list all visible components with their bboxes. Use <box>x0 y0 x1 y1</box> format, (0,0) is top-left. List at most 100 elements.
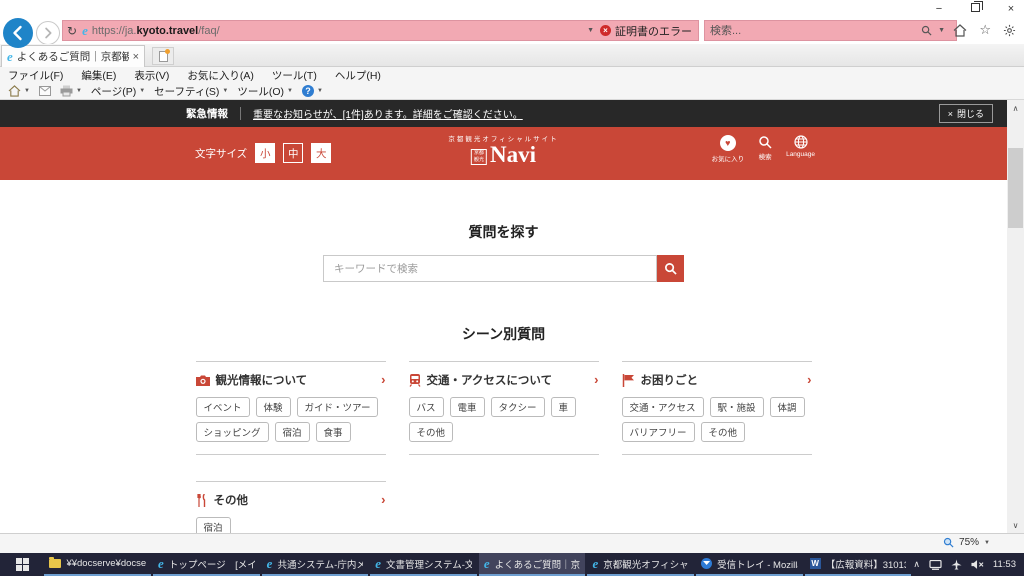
scrollbar-thumb[interactable] <box>1008 148 1023 228</box>
address-bar[interactable]: ↻ e https://ja.kyoto.travel/faq/ ▼ × 証明書… <box>62 20 699 41</box>
browser-search-box[interactable]: ▼ <box>704 20 957 41</box>
taskbar-item-ie-bunsho[interactable]: e 文書管理システム-文... <box>370 553 477 576</box>
display-icon[interactable] <box>929 560 942 570</box>
emergency-close-button[interactable]: × 閉じる <box>939 104 993 123</box>
language-button[interactable]: Language <box>786 135 815 163</box>
tab-faq[interactable]: e よくあるご質問｜京都観光オフ... × <box>1 45 145 67</box>
heart-icon: ♥ <box>720 135 736 151</box>
tag-button[interactable]: 宿泊 <box>275 422 310 442</box>
print-command-button[interactable]: ▼ <box>60 85 82 97</box>
safety-menu-button[interactable]: セーフティ(S)▼ <box>154 84 228 99</box>
tag-button[interactable]: 電車 <box>450 397 485 417</box>
category-link[interactable]: 交通・アクセスについて › <box>409 372 599 388</box>
mail-icon[interactable] <box>39 86 51 96</box>
taskbar-item-ie-kyoto[interactable]: e 京都観光オフィシャル... <box>587 553 694 576</box>
keyword-search-button[interactable] <box>657 255 684 282</box>
category-link[interactable]: お困りごと › <box>622 372 812 388</box>
site-logo[interactable]: 京都観光オフィシャルサイト 京都観光 Navi <box>448 133 558 165</box>
scroll-up-icon[interactable]: ∧ <box>1007 100 1024 116</box>
volume-muted-icon[interactable] <box>971 559 984 570</box>
category-cards: 観光情報について › イベント 体験 ガイド・ツアー ショッピング 宿泊 食事 … <box>196 361 812 533</box>
taskbar-item-word[interactable]: W 【広報資料】310130... <box>805 553 912 576</box>
tag-button[interactable]: バス <box>409 397 444 417</box>
favorites-star-icon[interactable]: ☆ <box>979 22 991 38</box>
tag-button[interactable]: 宿泊 <box>196 517 231 533</box>
ie-icon: e <box>375 558 381 569</box>
help-menu-button[interactable]: ? ▼ <box>302 85 323 97</box>
tray-expand-icon[interactable]: ∧ <box>913 559 920 570</box>
categories-section-title: シーン別質問 <box>0 324 1007 344</box>
window-minimize-button[interactable]: − <box>932 3 946 15</box>
tag-button[interactable]: その他 <box>409 422 454 442</box>
tag-button[interactable]: 食事 <box>316 422 351 442</box>
menu-help[interactable]: ヘルプ(H) <box>335 68 381 83</box>
window-titlebar: − × <box>0 0 1024 17</box>
restore-icon <box>971 3 980 12</box>
tag-button[interactable]: 交通・アクセス <box>622 397 704 417</box>
ie-icon: e <box>158 558 164 569</box>
search-dropdown-icon[interactable]: ▼ <box>938 27 945 34</box>
home-icon[interactable] <box>953 24 967 37</box>
tab-title: よくあるご質問｜京都観光オフ... <box>17 49 129 64</box>
tag-button[interactable]: バリアフリー <box>622 422 695 442</box>
browser-search-input[interactable] <box>710 25 921 37</box>
taskbar-item-ie-faq[interactable]: e よくあるご質問｜京... <box>479 553 586 576</box>
tag-button[interactable]: 車 <box>551 397 577 417</box>
tag-button[interactable]: タクシー <box>491 397 545 417</box>
forward-button[interactable] <box>36 21 60 45</box>
menu-file[interactable]: ファイル(F) <box>8 68 63 83</box>
back-button[interactable] <box>3 18 33 48</box>
taskbar-item-thunderbird[interactable]: 受信トレイ - Mozilla ... <box>696 553 803 576</box>
new-tab-button[interactable] <box>152 47 174 65</box>
tag-button[interactable]: ガイド・ツアー <box>297 397 379 417</box>
category-link[interactable]: その他 › <box>196 492 386 508</box>
command-bar: ▼ ▼ ページ(P)▼ セーフティ(S)▼ ツール(O)▼ ? ▼ <box>0 83 1024 100</box>
taskbar-item-ie-top[interactable]: e トップページ [メイン... <box>153 553 260 576</box>
certificate-error-badge[interactable]: × 証明書のエラー <box>600 23 694 39</box>
tag-button[interactable]: その他 <box>701 422 746 442</box>
vertical-scrollbar[interactable]: ∧ ∨ <box>1007 100 1024 533</box>
search-icon <box>758 135 772 149</box>
keyword-search-input[interactable] <box>323 255 657 282</box>
certificate-error-icon: × <box>600 25 611 36</box>
tag-button[interactable]: 体験 <box>256 397 291 417</box>
window-close-button[interactable]: × <box>1004 3 1018 15</box>
menu-edit[interactable]: 編集(E) <box>81 68 116 83</box>
favorites-button[interactable]: ♥ お気に入り <box>712 135 745 163</box>
menu-tools[interactable]: ツール(T) <box>272 68 317 83</box>
font-size-small-button[interactable]: 小 <box>255 143 275 163</box>
page-menu-button[interactable]: ページ(P)▼ <box>91 84 145 99</box>
tag-button[interactable]: イベント <box>196 397 250 417</box>
logo-text: Navi <box>490 145 536 165</box>
taskbar-item-explorer[interactable]: ¥¥docserve¥docser... <box>44 553 151 576</box>
clock[interactable]: 11:53 <box>993 559 1016 570</box>
settings-gear-icon[interactable] <box>1003 24 1016 37</box>
search-icon[interactable] <box>921 25 932 36</box>
tools-menu-button[interactable]: ツール(O)▼ <box>237 84 293 99</box>
refresh-icon[interactable]: ↻ <box>67 24 77 38</box>
menu-view[interactable]: 表示(V) <box>134 68 169 83</box>
tab-close-icon[interactable]: × <box>133 51 139 63</box>
airplane-mode-icon[interactable] <box>951 559 962 570</box>
zoom-control[interactable]: 75% ▼ <box>943 537 990 548</box>
tag-button[interactable]: ショッピング <box>196 422 269 442</box>
category-link[interactable]: 観光情報について › <box>196 372 386 388</box>
start-button[interactable] <box>0 553 44 576</box>
site-search-button[interactable]: 検索 <box>758 135 772 163</box>
menu-favorites[interactable]: お気に入り(A) <box>187 68 254 83</box>
font-size-medium-button[interactable]: 中 <box>283 143 303 163</box>
taskbar-item-ie-kyotsu[interactable]: e 共通システム-庁内メ... <box>262 553 369 576</box>
address-dropdown-icon[interactable]: ▼ <box>587 27 594 34</box>
taskbar: ¥¥docserve¥docser... e トップページ [メイン... e … <box>0 553 1024 576</box>
scroll-down-icon[interactable]: ∨ <box>1007 517 1024 533</box>
page-viewport: 緊急情報 重要なお知らせが、[1件]あります。詳細をご確認ください。 × 閉じる… <box>0 100 1007 533</box>
tag-button[interactable]: 体調 <box>770 397 805 417</box>
folder-icon <box>49 559 61 568</box>
home-command-button[interactable]: ▼ <box>8 85 30 97</box>
window-restore-button[interactable] <box>968 3 982 15</box>
emergency-notice-link[interactable]: 重要なお知らせが、[1件]あります。詳細をご確認ください。 <box>253 106 523 121</box>
zoom-dropdown-icon[interactable]: ▼ <box>984 540 990 546</box>
url-text: https://ja.kyoto.travel/faq/ <box>92 25 581 37</box>
tag-button[interactable]: 駅・施設 <box>710 397 764 417</box>
font-size-large-button[interactable]: 大 <box>311 143 331 163</box>
